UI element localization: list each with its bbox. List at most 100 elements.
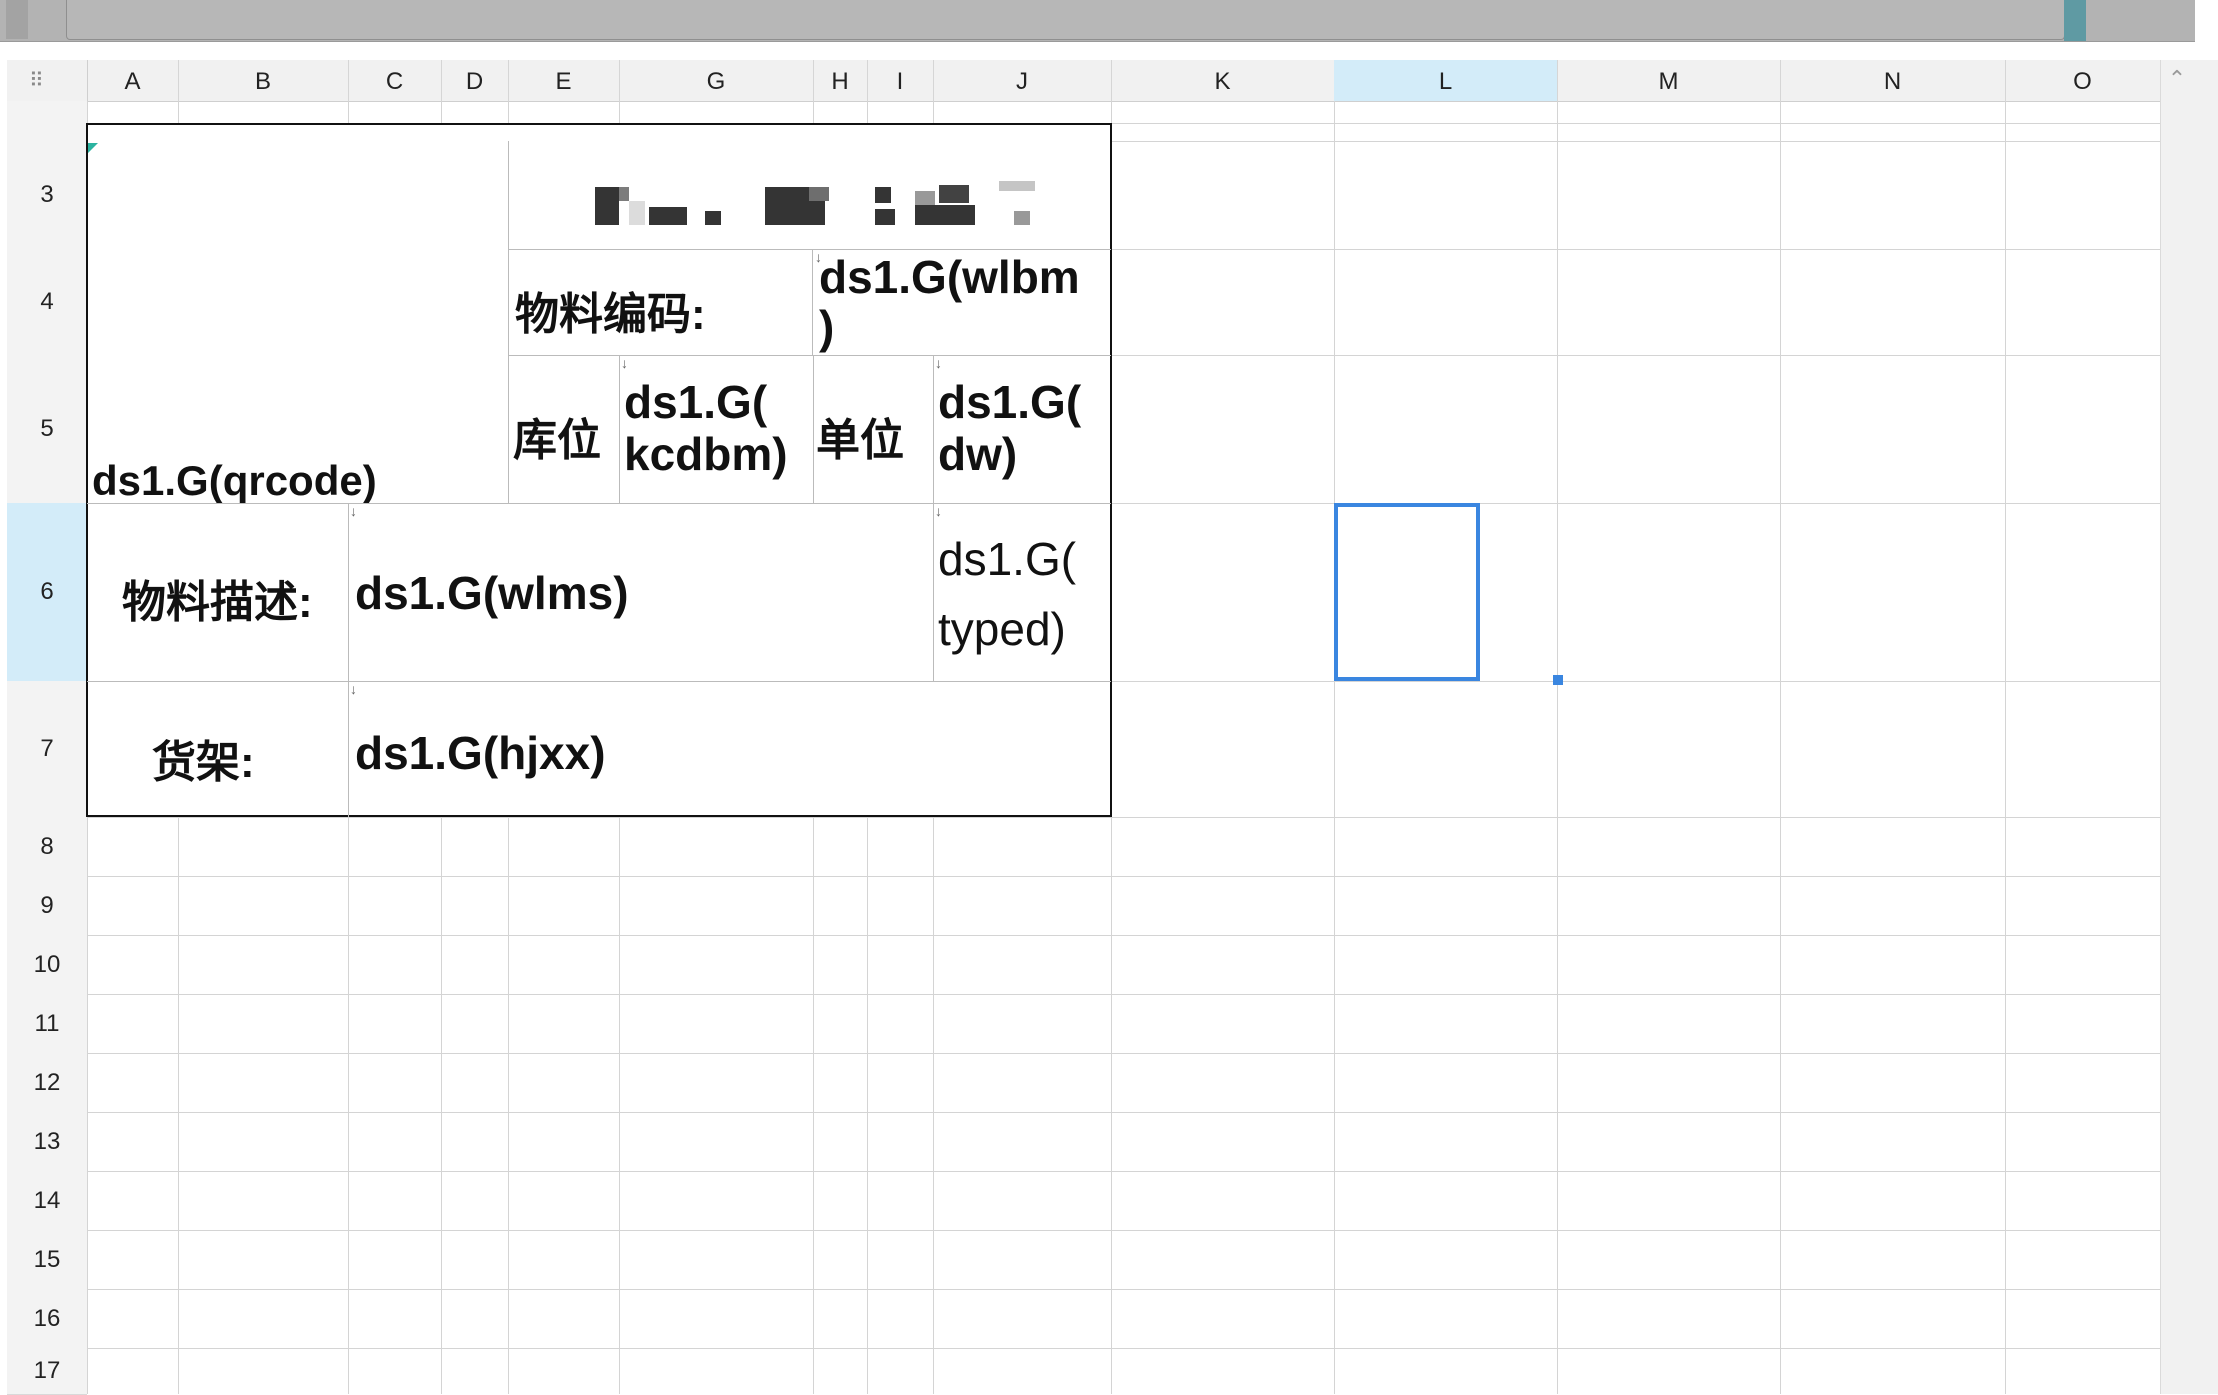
description-value: ds1.G(wlms) [355,567,629,619]
cell-marker-icon [88,143,98,153]
down-arrow-icon: ↓ [621,355,628,371]
row-header-1[interactable] [7,101,87,124]
title-cell[interactable] [509,141,1110,249]
column-header-c[interactable]: C [348,60,442,101]
column-header-k[interactable]: K [1111,60,1335,101]
grid-line [2005,101,2006,1394]
down-arrow-icon: ↓ [935,355,942,371]
row-header-8[interactable]: 8 [7,817,87,877]
row-header-11[interactable]: 11 [7,994,87,1054]
row-header-4[interactable]: 4 [7,249,87,356]
cell-divider [87,681,1111,682]
redacted-title [595,181,1035,225]
row-header-12[interactable]: 12 [7,1053,87,1113]
grid-line [87,1171,2160,1172]
cell-divider [508,355,1111,356]
grid-line [87,817,2160,818]
qrcode-field: ds1.G(qrcode) [92,457,377,504]
type-value: ds1.G( typed) [938,533,1077,655]
row-header-3[interactable]: 3 [7,141,87,250]
shelf-value: ds1.G(hjxx) [355,727,606,779]
shelf-label: 货架: [152,738,255,787]
grid-line [87,1053,2160,1054]
column-header-e[interactable]: E [508,60,620,101]
location-label-cell[interactable]: 库位 [509,356,619,503]
grid-line [87,876,2160,877]
row-header-14[interactable]: 14 [7,1171,87,1231]
unit-value: ds1.G( dw) [938,376,1082,480]
location-value: ds1.G( kcdbm) [624,376,788,480]
row-header-6[interactable]: 6 [7,503,87,682]
row-header-17[interactable]: 17 [7,1348,87,1395]
grid-line [1557,101,1558,1394]
formula-input[interactable] [66,0,2065,40]
column-header-a[interactable]: A [87,60,179,101]
shelf-label-cell[interactable]: 货架: [88,682,348,817]
unit-value-cell[interactable]: ds1.G( dw) [934,356,1110,503]
column-header-n[interactable]: N [1780,60,2006,101]
row-header-7[interactable]: 7 [7,681,87,818]
grid-line [1334,101,1335,1394]
column-header-d[interactable]: D [441,60,509,101]
cell-divider [933,355,934,681]
cell-divider [812,249,813,355]
down-arrow-icon: ↓ [815,249,822,265]
material-code-value-cell[interactable]: ds1.G(wlbm ) [813,250,1110,355]
column-header-o[interactable]: O [2005,60,2161,101]
qrcode-cell[interactable]: ds1.G(qrcode) [88,141,508,504]
report-border [1110,123,1112,817]
column-header-h[interactable]: H [813,60,868,101]
row-header-2[interactable] [7,123,87,142]
location-label: 库位 [513,416,601,465]
description-label-cell[interactable]: 物料描述: [88,504,348,681]
cell-divider [508,141,509,503]
shelf-value-cell[interactable]: ds1.G(hjxx) [349,682,1110,817]
report-border [87,123,1111,125]
cell-divider [348,503,349,817]
grid-line [87,935,2160,936]
grid-line [87,1112,2160,1113]
row-header-10[interactable]: 10 [7,935,87,995]
row-header-13[interactable]: 13 [7,1112,87,1172]
column-header-j[interactable]: J [933,60,1112,101]
cell-divider [87,503,1111,504]
grid-line [1780,101,1781,1394]
material-code-value: ds1.G(wlbm ) [819,251,1080,353]
location-value-cell[interactable]: ds1.G( kcdbm) [620,356,813,503]
column-header-row: A B C D E G H I J K L M N O [7,60,2161,102]
row-header-16[interactable]: 16 [7,1289,87,1349]
unit-label: 单位 [816,416,904,465]
column-header-g[interactable]: G [619,60,814,101]
formula-bar-handle[interactable] [2064,0,2086,41]
chevron-up-icon[interactable]: ⌃ [2162,64,2192,94]
vertical-scrollbar[interactable] [2160,60,2218,1394]
description-value-cell[interactable]: ds1.G(wlms) [349,504,933,681]
column-header-b[interactable]: B [178,60,349,101]
grid-line [87,1289,2160,1290]
column-header-l[interactable]: L [1334,60,1558,101]
material-code-label-cell[interactable]: 物料编码: [509,250,812,355]
row-header-5[interactable]: 5 [7,355,87,504]
selected-cell-l6[interactable] [1334,503,1480,681]
column-header-i[interactable]: I [867,60,934,101]
formula-bar-left-button[interactable] [6,0,28,39]
description-label: 物料描述: [122,578,313,627]
fill-handle[interactable] [1553,675,1563,685]
cell-divider [619,355,620,503]
row-header-9[interactable]: 9 [7,876,87,936]
unit-label-cell[interactable]: 单位 [814,356,933,503]
cell-divider [813,355,814,503]
grid-line [87,1348,2160,1349]
type-value-cell[interactable]: ds1.G( typed) [934,504,1110,681]
column-header-m[interactable]: M [1557,60,1781,101]
cell-divider [508,249,1111,250]
down-arrow-icon: ↓ [350,681,357,697]
report-border [87,815,1111,817]
down-arrow-icon: ↓ [350,503,357,519]
select-all-corner[interactable]: ⠿ [7,60,88,101]
row-header-15[interactable]: 15 [7,1230,87,1290]
report-border [86,123,88,817]
material-code-label: 物料编码: [515,290,706,339]
grid-line [87,994,2160,995]
grid-dots-icon: ⠿ [29,70,44,92]
